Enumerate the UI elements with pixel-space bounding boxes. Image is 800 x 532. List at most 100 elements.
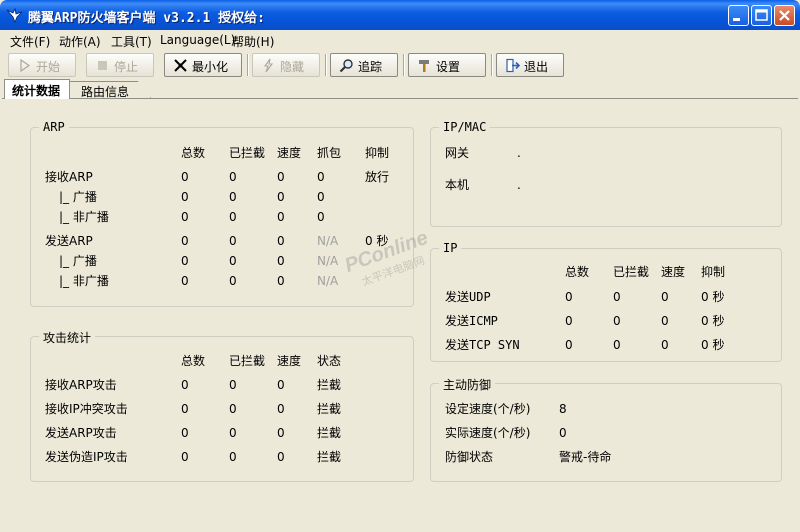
gateway-label: 网关 [445, 146, 470, 160]
attack-cell: 0 [229, 426, 237, 440]
local-host-value: . [517, 178, 521, 192]
arp-cell: 0 [277, 170, 285, 184]
ip-cell: 0 [613, 338, 621, 352]
minimize-icon [733, 18, 740, 21]
arp-cell: 0 [317, 170, 325, 184]
active-defense-group: 主动防御 设定速度(个/秒) 8 实际速度(个/秒) 0 防御状态 警戒-待命 [430, 376, 782, 482]
lightning-icon [263, 58, 274, 73]
attack-row-label: 发送ARP攻击 [45, 426, 117, 440]
ip-cell: 0 [613, 290, 621, 304]
arp-cell: 0 [181, 170, 189, 184]
arp-cell: 0 [317, 190, 325, 204]
column-header: 总数 [181, 354, 206, 368]
attack-cell: 拦截 [317, 378, 342, 392]
arp-cell: N/A [317, 234, 339, 248]
arp-cell: N/A [317, 274, 339, 288]
arp-row-label: |_ 广播 [59, 254, 97, 268]
attack-cell: 0 [229, 450, 237, 464]
ip-row-label: 发送TCP SYN [445, 338, 520, 352]
tab-route-info[interactable]: 路由信息 [69, 81, 151, 98]
magnifier-icon [339, 59, 353, 73]
menu-bar: 文件(F) 动作(A) 工具(T) Language(L) 帮助(H) [0, 30, 800, 50]
ip-cell: 0 秒 [701, 290, 725, 304]
arp-cell: 0 [277, 190, 285, 204]
column-header: 已拦截 [229, 146, 266, 160]
arp-group-title: ARP [39, 120, 69, 134]
close-window-button[interactable] [774, 5, 795, 26]
toolbar-separator [247, 54, 249, 76]
attack-cell: 0 [181, 426, 189, 440]
actual-speed-label: 实际速度(个/秒) [445, 426, 531, 440]
stop-icon [98, 61, 107, 70]
maximize-window-button[interactable] [751, 5, 772, 26]
menu-help[interactable]: 帮助(H) [232, 33, 274, 50]
arp-cell: 0 [229, 170, 237, 184]
column-header: 总数 [565, 265, 590, 279]
arp-row-label: 发送ARP [45, 234, 93, 248]
arp-cell: 0 [277, 254, 285, 268]
menu-action[interactable]: 动作(A) [59, 33, 101, 50]
attack-group-title: 攻击统计 [39, 329, 96, 346]
attack-cell: 0 [181, 402, 189, 416]
toolbar-separator [491, 54, 493, 76]
tab-statistics[interactable]: 统计数据 [4, 79, 70, 99]
attack-cell: 0 [277, 450, 285, 464]
attack-cell: 拦截 [317, 450, 342, 464]
arp-cell: 0 [181, 274, 189, 288]
attack-cell: 0 [277, 402, 285, 416]
ip-cell: 0 [661, 338, 669, 352]
ip-mac-group: IP/MAC 网关 . 本机 . [430, 120, 782, 227]
trace-button[interactable]: 追踪 [330, 53, 398, 77]
attack-cell: 0 [181, 450, 189, 464]
compress-arrows-icon [174, 59, 187, 72]
menu-file[interactable]: 文件(F) [10, 33, 50, 50]
arp-cell: 0 [229, 190, 237, 204]
maximize-icon [755, 9, 768, 21]
menu-language[interactable]: Language(L) [160, 33, 235, 47]
hide-button[interactable]: 隐藏 [252, 53, 320, 77]
attack-cell: 0 [181, 378, 189, 392]
ip-row-label: 发送ICMP [445, 314, 498, 328]
column-header: 抑制 [365, 146, 390, 160]
play-icon [20, 58, 31, 73]
menu-tools[interactable]: 工具(T) [111, 33, 152, 50]
attack-cell: 0 [229, 402, 237, 416]
ip-cell: 0 [565, 314, 573, 328]
column-header: 抑制 [701, 265, 726, 279]
set-speed-label: 设定速度(个/秒) [445, 402, 531, 416]
exit-button[interactable]: 退出 [496, 53, 564, 77]
attack-row-label: 接收IP冲突攻击 [45, 402, 128, 416]
arp-row-label: |_ 非广播 [59, 210, 109, 224]
ip-cell: 0 秒 [701, 338, 725, 352]
minimize-app-button[interactable]: 最小化 [164, 53, 242, 77]
column-header: 总数 [181, 146, 206, 160]
arp-row-label: |_ 非广播 [59, 274, 109, 288]
arp-row-label: 接收ARP [45, 170, 93, 184]
attack-cell: 0 [277, 378, 285, 392]
minimize-window-button[interactable] [728, 5, 749, 26]
hammer-icon [419, 60, 429, 72]
attack-stats-group: 攻击统计 总数 已拦截 速度 状态 接收ARP攻击 0 0 0 拦截 接收IP冲… [30, 329, 414, 482]
column-header: 抓包 [317, 146, 342, 160]
ip-cell: 0 [661, 290, 669, 304]
arp-cell: 0 [277, 234, 285, 248]
stop-button[interactable]: 停止 [86, 53, 154, 77]
column-header: 状态 [317, 354, 342, 368]
arp-row-label: |_ 广播 [59, 190, 97, 204]
defense-group-title: 主动防御 [439, 376, 496, 393]
title-bar[interactable]: 腾翼ARP防火墙客户端 v3.2.1 授权给: [0, 0, 800, 30]
attack-row-label: 发送伪造IP攻击 [45, 450, 128, 464]
attack-cell: 拦截 [317, 426, 342, 440]
local-host-label: 本机 [445, 178, 470, 192]
start-button[interactable]: 开始 [8, 53, 76, 77]
arp-cell: 放行 [365, 170, 390, 184]
column-header: 已拦截 [229, 354, 266, 368]
ip-cell: 0 [565, 338, 573, 352]
ip-cell: 0 秒 [701, 314, 725, 328]
exit-door-icon [506, 58, 520, 73]
actual-speed-value: 0 [559, 426, 567, 440]
window-title: 腾翼ARP防火墙客户端 v3.2.1 授权给: [28, 11, 265, 26]
attack-row-label: 接收ARP攻击 [45, 378, 117, 392]
settings-button[interactable]: 设置 [408, 53, 486, 77]
set-speed-value: 8 [559, 402, 567, 416]
